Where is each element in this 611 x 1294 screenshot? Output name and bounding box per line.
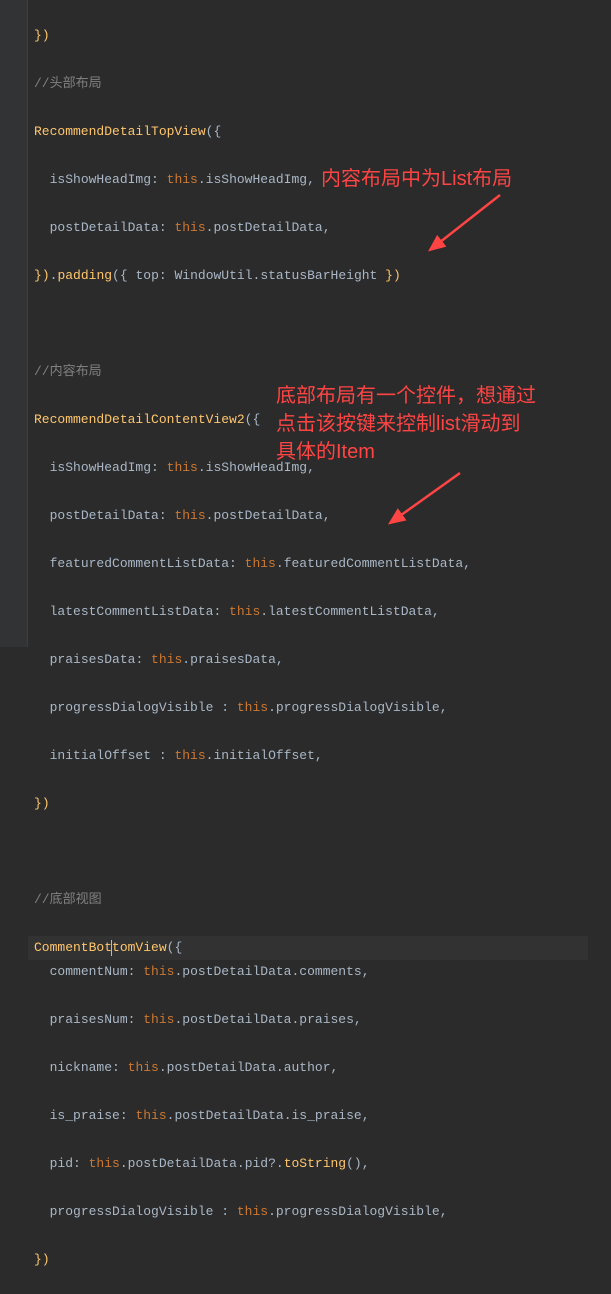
comment-content: //内容布局 — [34, 364, 102, 379]
call-bottom: CommentBottomView — [34, 940, 167, 955]
annotation-arrow-1 — [420, 190, 520, 260]
call-top: RecommendDetailTopView — [34, 124, 206, 139]
comment-bottom: //底部视图 — [34, 892, 102, 907]
annotation-bottom: 底部布局有一个控件，想通过 点击该按键来控制list滑动到 具体的Item — [276, 382, 536, 466]
call-content: RecommendDetailContentView2 — [34, 412, 245, 427]
annotation-arrow-2 — [380, 468, 480, 538]
editor-gutter — [0, 0, 28, 647]
comment-head: //头部布局 — [34, 76, 102, 91]
annotation-content: 内容布局中为List布局 — [321, 162, 512, 191]
current-line[interactable]: CommentBottomView({ — [28, 936, 588, 960]
